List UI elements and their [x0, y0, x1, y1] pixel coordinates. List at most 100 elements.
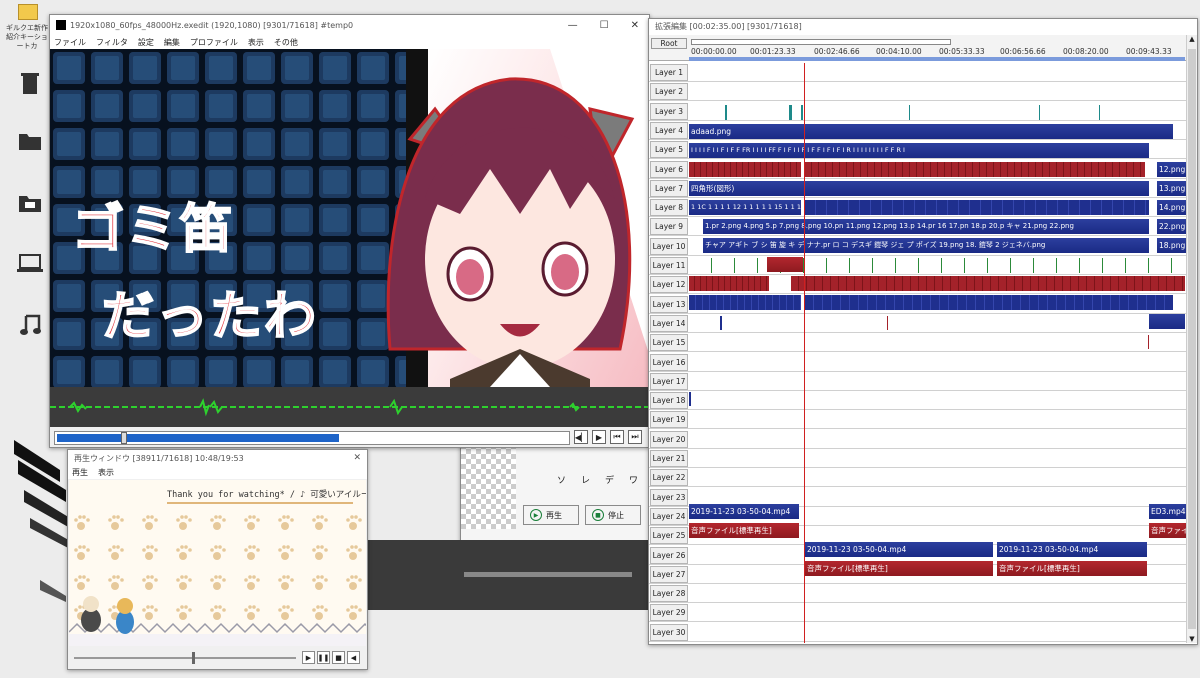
- pause-icon[interactable]: ❚❚: [317, 651, 330, 664]
- clip-video-layer26b[interactable]: 2019-11-23 03-50-04.mp4: [997, 542, 1147, 557]
- menu-other[interactable]: その他: [274, 37, 298, 48]
- play-icon[interactable]: ▶: [302, 651, 315, 664]
- seek-thumb[interactable]: [121, 432, 127, 444]
- clip-layer9-end[interactable]: 22.png: [1157, 219, 1187, 234]
- layer-label[interactable]: Layer 14: [650, 314, 688, 332]
- clip-audio-layer25-end[interactable]: 音声ファイル[標準再生]: [1149, 523, 1187, 538]
- layer-label[interactable]: Layer 5: [650, 141, 688, 159]
- clip-audio-layer27a[interactable]: 音声ファイル[標準再生]: [805, 561, 993, 576]
- clip-video-layer24[interactable]: 2019-11-23 03-50-04.mp4: [689, 504, 799, 519]
- stop-button[interactable]: ■ 停止: [585, 505, 641, 525]
- play-button[interactable]: ▶ 再生: [523, 505, 579, 525]
- last-frame-icon[interactable]: ⏭: [628, 430, 642, 444]
- layer-label[interactable]: Layer 25: [650, 527, 688, 545]
- trash-icon[interactable]: [17, 70, 43, 96]
- layer-label[interactable]: Layer 19: [650, 411, 688, 429]
- laptop-icon[interactable]: [17, 250, 43, 276]
- layer-label[interactable]: Layer 2: [650, 83, 688, 101]
- close-icon[interactable]: ✕: [631, 20, 639, 31]
- folder-icon[interactable]: [17, 128, 43, 154]
- scroll-thumb[interactable]: [1188, 49, 1196, 629]
- clip-layer8-end[interactable]: 14.png: [1157, 200, 1187, 215]
- layer-label[interactable]: Layer 20: [650, 430, 688, 448]
- clip-layer5[interactable]: I I I I F I I F I F F FR I I I I FF F I …: [689, 143, 1149, 158]
- player-seek-thumb[interactable]: [192, 652, 195, 664]
- zoom-slider[interactable]: [691, 39, 951, 45]
- layer-label[interactable]: Layer 13: [650, 295, 688, 313]
- layer-label[interactable]: Layer 9: [650, 218, 688, 236]
- timeline-scrollbar[interactable]: ▲ ▼: [1186, 35, 1197, 643]
- layer-label[interactable]: Layer 18: [650, 392, 688, 410]
- player-titlebar: 再生ウィンドウ [38911/71618] 10:48/19:53 ✕: [68, 450, 367, 466]
- minimize-icon[interactable]: —: [568, 20, 578, 31]
- menu-play[interactable]: 再生: [72, 467, 88, 478]
- clip-adaad[interactable]: adaad.png: [689, 124, 1173, 139]
- menu-filter[interactable]: フィルタ: [96, 37, 128, 48]
- layer-label[interactable]: Layer 27: [650, 565, 688, 583]
- menu-file[interactable]: ファイル: [54, 37, 86, 48]
- clip-layer6b[interactable]: [805, 162, 1145, 177]
- music-icon[interactable]: [17, 312, 43, 338]
- clip-audio-layer25[interactable]: 音声ファイル[標準再生]: [689, 523, 799, 538]
- root-button[interactable]: Root: [651, 38, 687, 49]
- desktop-shortcut-icon[interactable]: ギルクエ新作紹介キーショートカ: [4, 4, 50, 56]
- next-frame-icon[interactable]: ▶: [592, 430, 606, 444]
- layer-label[interactable]: Layer 21: [650, 450, 688, 467]
- menu-profile[interactable]: プロファイル: [190, 37, 238, 48]
- layer-label[interactable]: Layer 8: [650, 199, 688, 217]
- layer-label[interactable]: Layer 23: [650, 488, 688, 506]
- clip-layer14-end[interactable]: [1149, 314, 1185, 329]
- clip-layer6[interactable]: [689, 162, 801, 177]
- volume-icon[interactable]: ◀: [347, 651, 360, 664]
- clip-layer13[interactable]: [689, 295, 801, 310]
- player-seekbar[interactable]: [74, 657, 296, 659]
- layer-label[interactable]: Layer 12: [650, 276, 688, 294]
- layer-label[interactable]: Layer 11: [650, 257, 688, 274]
- menu-settings[interactable]: 設定: [138, 37, 154, 48]
- scroll-down-icon[interactable]: ▼: [1187, 635, 1197, 643]
- menu-view[interactable]: 表示: [98, 467, 114, 478]
- layer-label[interactable]: Layer 10: [650, 237, 688, 255]
- layer-label[interactable]: Layer 28: [650, 585, 688, 603]
- clip-layer8b[interactable]: [805, 200, 1149, 215]
- menu-view[interactable]: 表示: [248, 37, 264, 48]
- stop-icon[interactable]: ■: [332, 651, 345, 664]
- layer-label[interactable]: Layer 24: [650, 507, 688, 525]
- layer-label[interactable]: Layer 22: [650, 469, 688, 487]
- clip-layer11[interactable]: [767, 257, 803, 272]
- prev-frame-icon[interactable]: ◀▏: [574, 430, 588, 444]
- clip-layer12[interactable]: [689, 276, 769, 291]
- clip-video-layer26a[interactable]: 2019-11-23 03-50-04.mp4: [805, 542, 993, 557]
- layer-label[interactable]: Layer 3: [650, 102, 688, 120]
- layer-label[interactable]: Layer 15: [650, 334, 688, 352]
- clip-layer6-end[interactable]: 12.png: [1157, 162, 1187, 177]
- layer-label[interactable]: Layer 6: [650, 160, 688, 178]
- clip-ed3[interactable]: ED3.mp4: [1149, 504, 1187, 519]
- clip-square-shape[interactable]: 四角形(図形): [689, 181, 1149, 196]
- clip-audio-layer27b[interactable]: 音声ファイル[標準再生]: [997, 561, 1147, 576]
- clip-layer13b[interactable]: [805, 295, 1173, 310]
- clip-layer10-end[interactable]: 18.png: [1157, 238, 1187, 253]
- layer-label[interactable]: Layer 16: [650, 353, 688, 371]
- maximize-icon[interactable]: ☐: [600, 20, 609, 31]
- first-frame-icon[interactable]: ⏮: [610, 430, 624, 444]
- clip-layer9[interactable]: 1.pr 2.png 4.png 5.p 7.png 8.png 10.pn 1…: [703, 219, 1149, 234]
- layer-label[interactable]: Layer 26: [650, 546, 688, 564]
- layer-label[interactable]: Layer 1: [650, 64, 688, 81]
- seek-bar[interactable]: [54, 431, 570, 445]
- close-icon[interactable]: ✕: [353, 453, 361, 463]
- clip-layer8[interactable]: 1 1C 1 1 1 1 12 1 1 1 1 1 15 1 1 1 1 1 1…: [689, 200, 801, 215]
- clip-layer10[interactable]: チャア アギト ブ シ 笛 旋 キ デ ナナ.pr ロ コ デスギ 鎧琴 ジェ …: [703, 238, 1149, 253]
- scroll-up-icon[interactable]: ▲: [1187, 35, 1197, 43]
- playhead-cursor[interactable]: [804, 63, 805, 643]
- clip-layer7-end[interactable]: 13.png: [1157, 181, 1187, 196]
- layer-label[interactable]: Layer 17: [650, 372, 688, 390]
- layer-label[interactable]: Layer 29: [650, 604, 688, 622]
- time-tick: 00:08:20.00: [1063, 47, 1109, 56]
- layer-label[interactable]: Layer 7: [650, 179, 688, 197]
- clip-layer12b[interactable]: [791, 276, 1185, 291]
- menu-edit[interactable]: 編集: [164, 37, 180, 48]
- 3d-folder-icon[interactable]: [17, 190, 43, 216]
- layer-label[interactable]: Layer 30: [650, 623, 688, 641]
- layer-label[interactable]: Layer 4: [650, 121, 688, 139]
